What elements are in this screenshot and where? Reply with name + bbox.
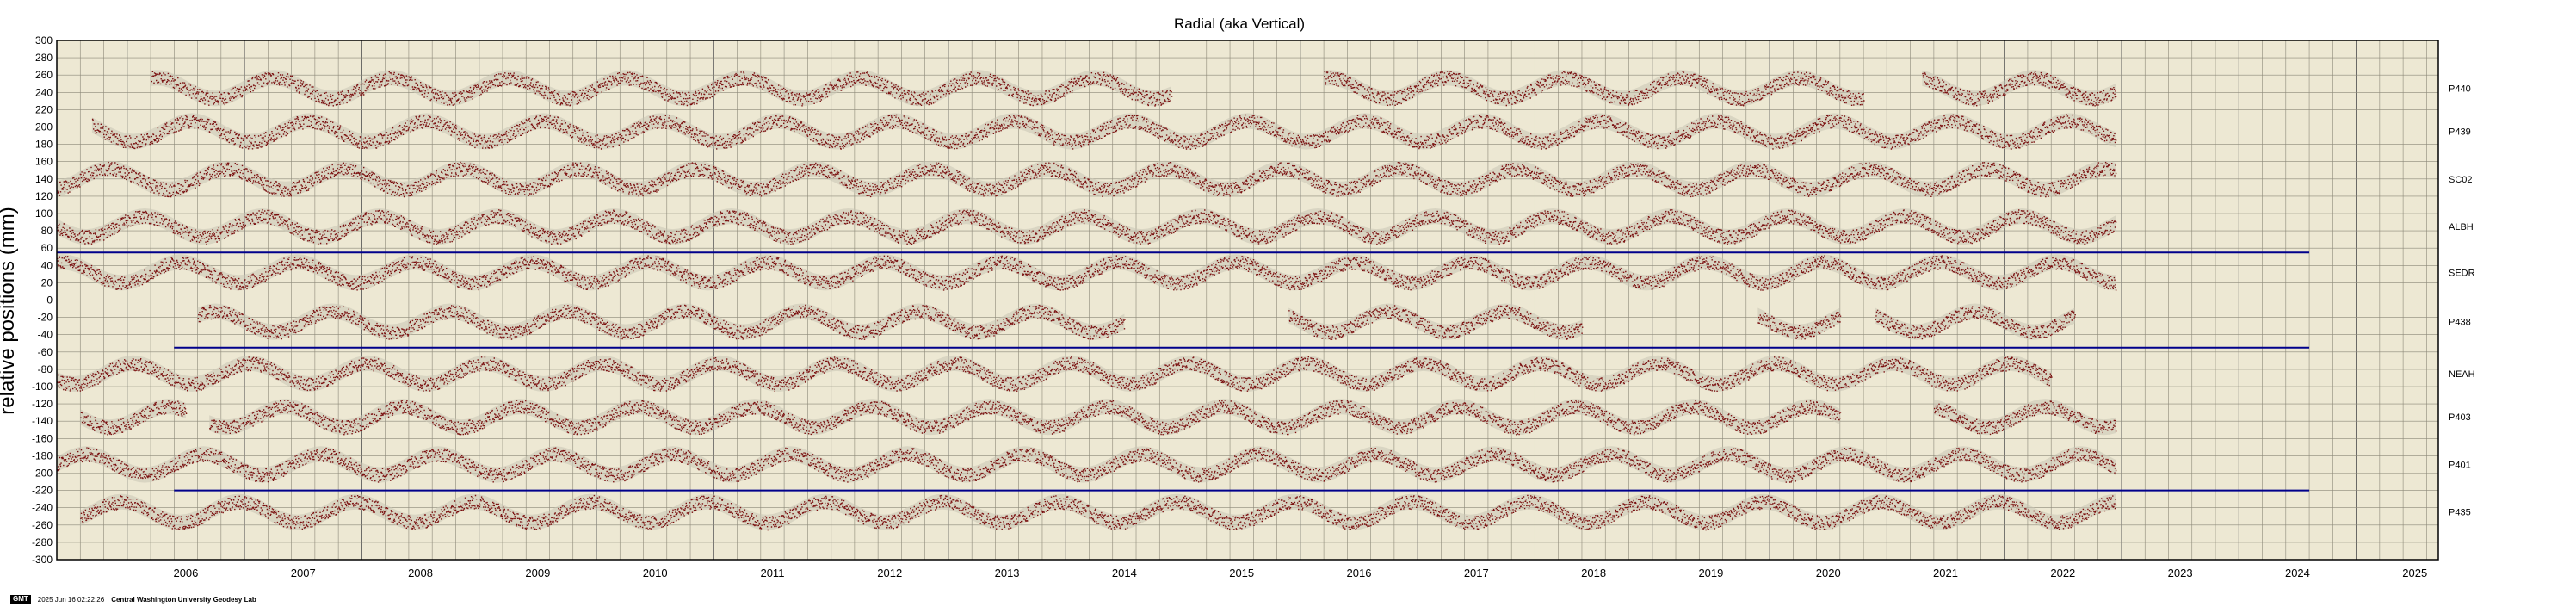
x-tick-label: 2009 [525,567,550,579]
x-tick-label: 2014 [1112,567,1137,579]
y-tick-label: -20 [38,312,53,324]
y-tick-label: -180 [32,449,53,461]
y-tick-label: -260 [32,519,53,531]
x-tick-label: 2013 [995,567,1020,579]
x-tick-labels: 2006 2007 2008 2009 2010 2011 2012 2013 2014 2015… [173,567,2427,579]
y-tick-label: -220 [32,485,53,497]
x-tick-label: 2012 [877,567,902,579]
gmt-badge: GMT [10,595,31,604]
y-tick-label: 80 [41,225,53,237]
x-tick-label: 2015 [1229,567,1254,579]
station-label: NEAH [2449,369,2475,380]
y-tick-label: 260 [35,69,53,81]
station-label: P435 [2449,508,2471,518]
station-label: P438 [2449,318,2471,328]
y-tick-label: 200 [35,121,53,133]
y-tick-label: -280 [32,536,53,548]
x-tick-label: 2007 [291,567,316,579]
footer: GMT 2025 Jun 16 02:22:26 Central Washing… [10,594,256,604]
y-tick-label: 60 [41,242,53,254]
chart-title: Radial (aka Vertical) [1174,15,1305,32]
y-tick-label: 100 [35,207,53,220]
y-tick-label: -80 [38,363,53,375]
y-tick-label: 0 [46,294,53,307]
y-tick-label: 20 [41,276,53,288]
x-tick-label: 2020 [1816,567,1841,579]
y-tick-label: -200 [32,468,53,480]
x-tick-label: 2017 [1464,567,1489,579]
y-tick-label: 280 [35,52,53,64]
station-label: P440 [2449,84,2471,94]
y-tick-label: 40 [41,259,53,271]
x-tick-label: 2022 [2050,567,2075,579]
station-label: P439 [2449,127,2471,138]
x-tick-label: 2018 [1581,567,1606,579]
y-tick-label: -40 [38,329,53,341]
x-tick-label: 2024 [2285,567,2310,579]
organization: Central Washington University Geodesy La… [111,595,256,604]
station-label: P401 [2449,460,2471,470]
y-tick-labels: 3002802602402202001801601401201008060402… [32,34,53,566]
y-tick-label: -60 [38,346,53,358]
station-label: SC02 [2449,175,2473,185]
y-tick-label: -240 [32,502,53,514]
chart: 3002802602402202001801601401201008060402… [0,15,2475,579]
y-tick-label: 140 [35,173,53,185]
x-tick-label: 2011 [760,567,784,579]
x-tick-label: 2025 [2402,567,2427,579]
x-tick-label: 2021 [1933,567,1958,579]
station-label: P403 [2449,412,2471,423]
timestamp: 2025 Jun 16 02:22:26 [37,595,105,604]
y-tick-label: -140 [32,415,53,427]
x-tick-label: 2019 [1698,567,1723,579]
station-label: ALBH [2449,222,2474,232]
y-tick-label: 240 [35,86,53,98]
y-tick-label: 180 [35,139,53,151]
y-tick-label: 120 [35,190,53,202]
x-tick-label: 2010 [643,567,668,579]
y-tick-label: -160 [32,432,53,444]
x-tick-label: 2006 [173,567,198,579]
y-tick-label: -300 [32,554,53,566]
x-tick-label: 2008 [408,567,433,579]
y-tick-label: 300 [35,34,53,46]
y-tick-label: 160 [35,156,53,168]
y-axis-label: relative positions (mm) [0,207,19,414]
y-tick-label: -100 [32,381,53,393]
x-tick-label: 2023 [2168,567,2193,579]
station-labels: P440 P439 SC02 ALBH SEDR P438 NEAH P403 P401 P435 [2449,84,2475,517]
y-tick-label: -120 [32,398,53,410]
station-label: SEDR [2449,268,2475,278]
x-tick-label: 2016 [1347,567,1372,579]
y-tick-label: 220 [35,103,53,115]
